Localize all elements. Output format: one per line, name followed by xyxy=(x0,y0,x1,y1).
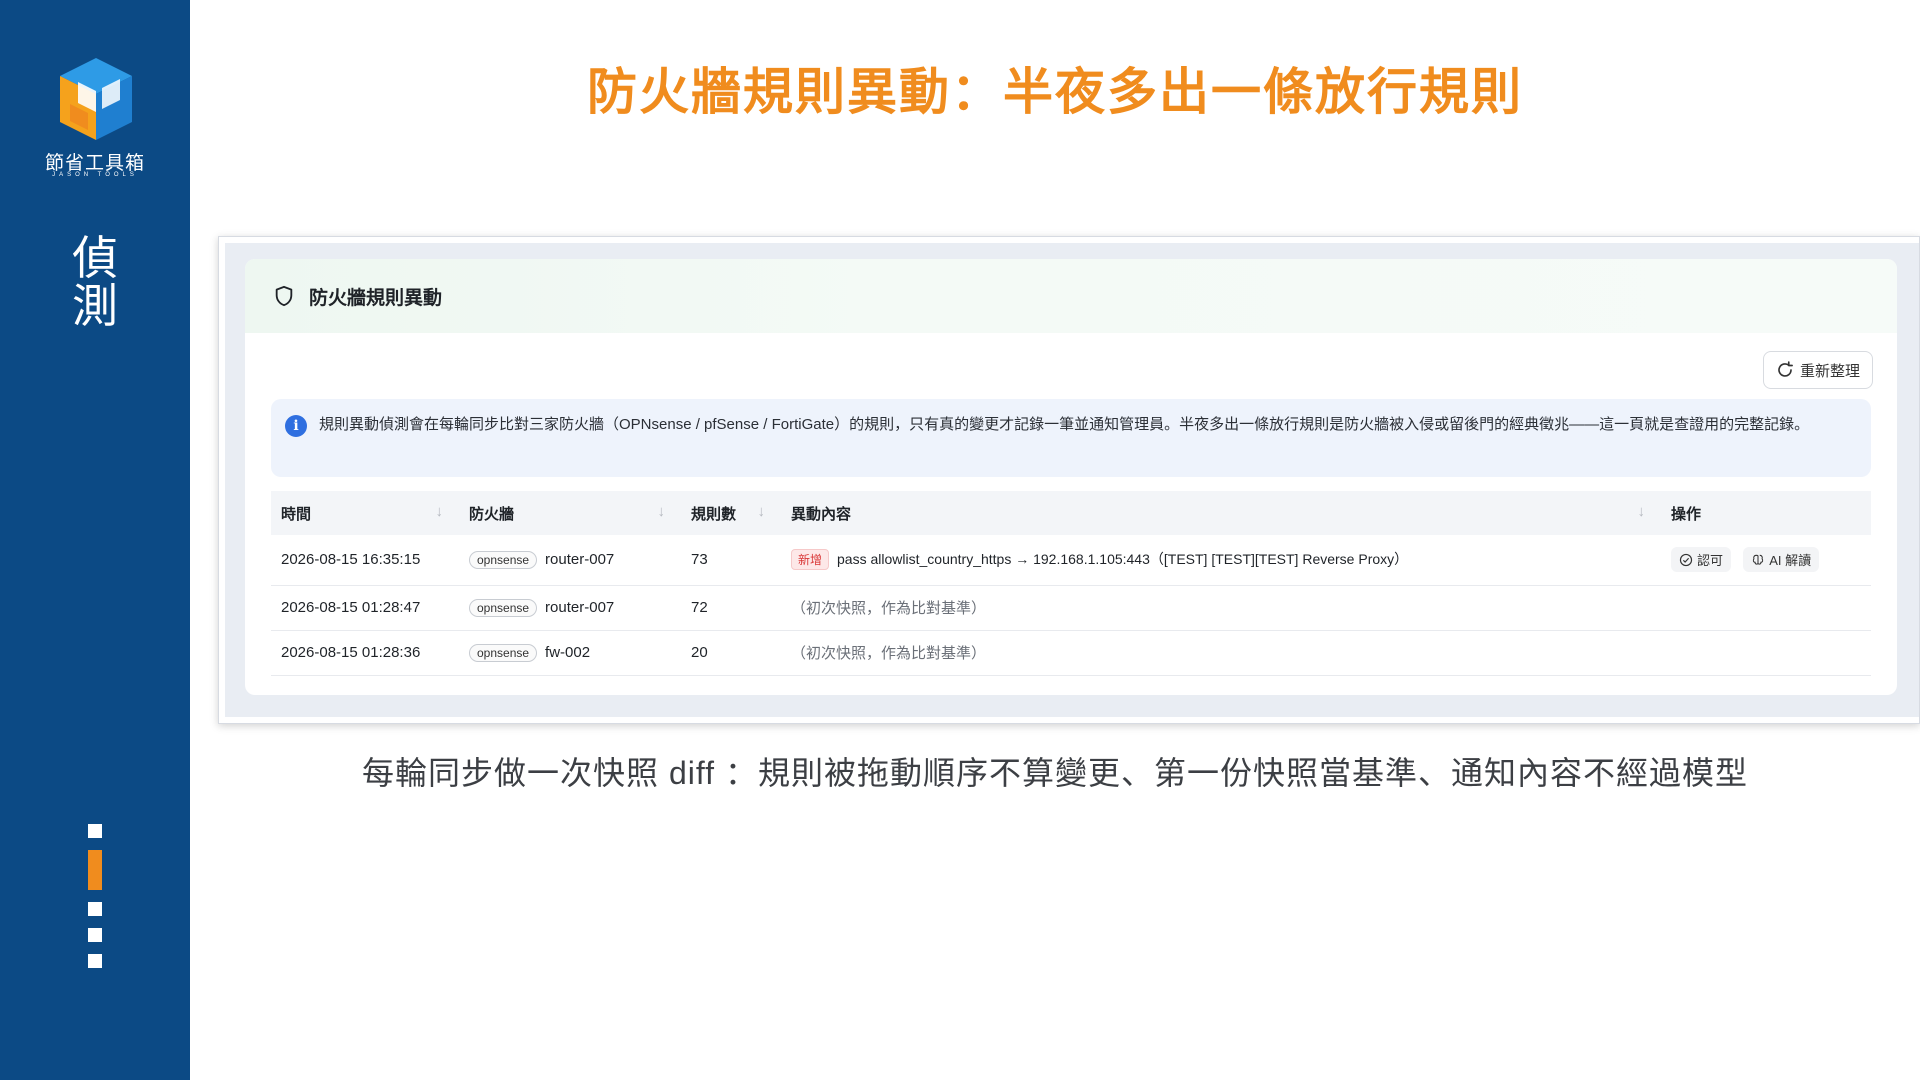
column-header-firewall[interactable]: 防火牆 ↓ xyxy=(459,491,681,535)
screenshot-background: 防火牆規則異動 重新整理 i 規則異動偵測會在每輪同步比對三家防火牆（OPNse… xyxy=(225,243,1919,717)
column-header-rule-count[interactable]: 規則數 ↓ xyxy=(681,491,781,535)
info-text: 規則異動偵測會在每輪同步比對三家防火牆（OPNsense / pfSense /… xyxy=(319,416,1810,433)
status-badge-new: 新增 xyxy=(791,549,830,571)
sort-arrow-icon[interactable]: ↓ xyxy=(758,503,766,520)
card-title: 防火牆規則異動 xyxy=(309,287,443,309)
progress-step xyxy=(88,954,102,968)
sort-arrow-icon[interactable]: ↓ xyxy=(658,503,666,520)
cell-time: 2026-08-15 01:28:47 xyxy=(271,585,459,631)
cell-diff: （初次快照，作為比對基準） xyxy=(781,630,1661,676)
column-header-actions: 操作 xyxy=(1661,491,1871,535)
brand-name: 節省工具箱 xyxy=(44,153,145,174)
firewall-type-tag: opnsense xyxy=(469,643,538,662)
slide-title: 防火牆規則異動：半夜多出一條放行規則 xyxy=(587,64,1523,120)
firewall-type-tag: opnsense xyxy=(469,550,538,569)
sort-arrow-icon[interactable]: ↓ xyxy=(1638,503,1646,520)
slide-progress xyxy=(88,824,102,980)
table-row: 2026-08-15 01:28:36 opnsense fw-002 20 （初… xyxy=(271,630,1871,676)
section-label-line-1: 偵 xyxy=(72,231,118,285)
cell-firewall: opnsense router-007 xyxy=(459,585,681,631)
column-header-time[interactable]: 時間 ↓ xyxy=(271,491,459,535)
cell-rule-count: 73 xyxy=(681,535,781,586)
refresh-button-label: 重新整理 xyxy=(1799,362,1860,380)
shield-icon xyxy=(275,285,293,307)
table-row: 2026-08-15 16:35:15 opnsense router-007 7… xyxy=(271,535,1871,586)
diff-text: （初次快照，作為比對基準） xyxy=(791,645,987,662)
progress-step xyxy=(88,902,102,916)
cell-rule-count: 20 xyxy=(681,630,781,676)
check-circle-icon xyxy=(1679,553,1693,566)
column-header-diff[interactable]: 異動內容 ↓ xyxy=(781,491,1661,535)
acknowledge-label: 認可 xyxy=(1697,553,1724,569)
firewall-name: router-007 xyxy=(545,598,615,616)
card-header: 防火牆規則異動 xyxy=(245,259,1897,333)
brand-subtitle: JASON TOOLS xyxy=(52,172,138,178)
sidebar-rail: 節省工具箱 JASON TOOLS 偵 測 xyxy=(0,0,190,1080)
cell-time: 2026-08-15 01:28:36 xyxy=(271,630,459,676)
refresh-button[interactable]: 重新整理 xyxy=(1763,351,1873,389)
cell-actions xyxy=(1661,630,1871,676)
firewall-name: fw-002 xyxy=(545,643,591,661)
cell-firewall: opnsense fw-002 xyxy=(459,630,681,676)
sort-arrow-icon[interactable]: ↓ xyxy=(436,503,444,520)
cell-actions: 認可 AI 解讀 xyxy=(1661,535,1871,586)
info-banner: i 規則異動偵測會在每輪同步比對三家防火牆（OPNsense / pfSense… xyxy=(271,399,1871,477)
slide-caption: 每輪同步做一次快照 diff ：規則被拖動順序不算變更、第一份快照當基準、通知內… xyxy=(362,755,1748,791)
diff-text: pass allowlist_country_https → 192.168.1… xyxy=(837,551,1409,568)
cell-diff: （初次快照，作為比對基準） xyxy=(781,585,1661,631)
ai-explain-button[interactable]: AI 解讀 xyxy=(1743,547,1820,573)
cell-actions xyxy=(1661,585,1871,631)
progress-step-active xyxy=(88,850,102,890)
diff-text: （初次快照，作為比對基準） xyxy=(791,600,987,617)
firewall-changes-card: 防火牆規則異動 重新整理 i 規則異動偵測會在每輪同步比對三家防火牆（OPNse… xyxy=(245,259,1897,695)
cell-diff: 新增 pass allowlist_country_https → 192.168… xyxy=(781,535,1661,586)
info-icon: i xyxy=(285,415,307,437)
cell-time: 2026-08-15 16:35:15 xyxy=(271,535,459,586)
cube-logo-icon xyxy=(60,58,132,140)
table-row: 2026-08-15 01:28:47 opnsense router-007 7… xyxy=(271,585,1871,631)
rule-changes-table: 時間 ↓ 防火牆 ↓ 規則數 ↓ 異動內容 ↓ 操作 2026-08-15 16:35:… xyxy=(271,491,1871,676)
brain-icon xyxy=(1752,554,1764,565)
firewall-type-tag: opnsense xyxy=(469,598,538,617)
section-label: 偵 測 xyxy=(68,234,122,330)
acknowledge-button[interactable]: 認可 xyxy=(1671,547,1732,573)
firewall-name: router-007 xyxy=(545,550,615,568)
refresh-icon xyxy=(1778,361,1793,377)
table-header-row: 時間 ↓ 防火牆 ↓ 規則數 ↓ 異動內容 ↓ 操作 xyxy=(271,491,1871,535)
section-label-line-2: 測 xyxy=(72,279,118,333)
ai-explain-label: AI 解讀 xyxy=(1769,553,1812,569)
progress-step xyxy=(88,824,102,838)
cell-rule-count: 72 xyxy=(681,585,781,631)
screenshot-frame: 防火牆規則異動 重新整理 i 規則異動偵測會在每輪同步比對三家防火牆（OPNse… xyxy=(218,236,1920,724)
cell-firewall: opnsense router-007 xyxy=(459,535,681,586)
progress-step xyxy=(88,928,102,942)
